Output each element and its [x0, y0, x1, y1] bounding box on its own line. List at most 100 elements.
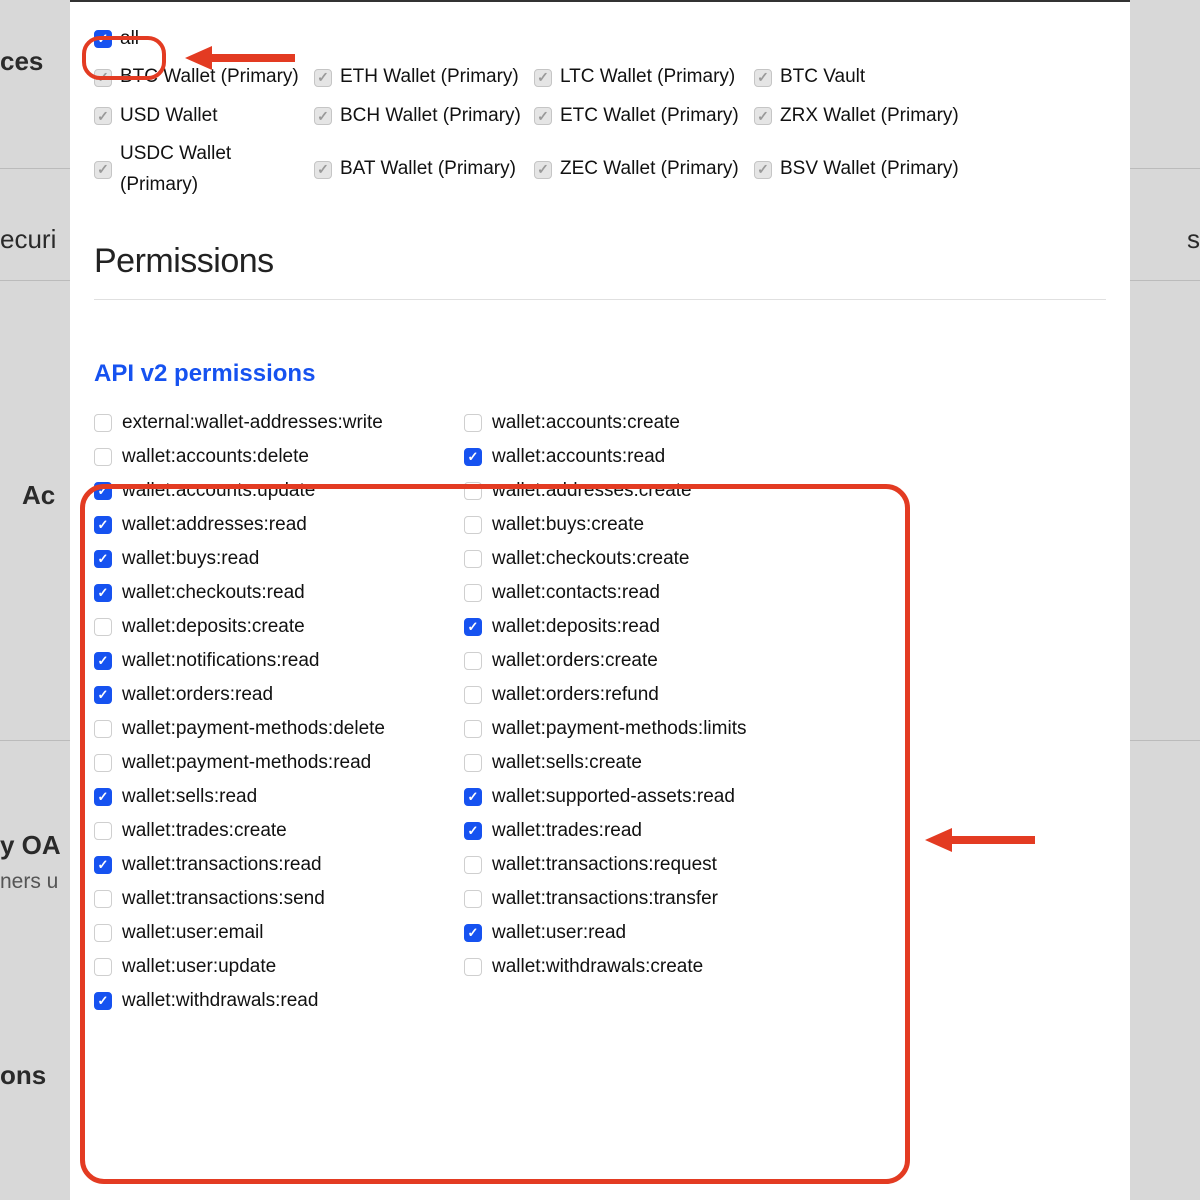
- checkbox-icon[interactable]: [94, 516, 112, 534]
- account-option[interactable]: BAT Wallet (Primary): [314, 137, 534, 202]
- account-option-all[interactable]: all: [94, 22, 139, 56]
- checkbox-icon[interactable]: [94, 448, 112, 466]
- permission-option[interactable]: wallet:transactions:read: [94, 850, 464, 880]
- account-option[interactable]: ZRX Wallet (Primary): [754, 99, 974, 133]
- permission-option[interactable]: wallet:notifications:read: [94, 646, 464, 676]
- checkbox-icon[interactable]: [464, 618, 482, 636]
- checkbox-icon[interactable]: [464, 482, 482, 500]
- checkbox-icon[interactable]: [94, 924, 112, 942]
- checkbox-icon[interactable]: [94, 69, 112, 87]
- permission-option[interactable]: wallet:accounts:read: [464, 442, 834, 472]
- checkbox-icon[interactable]: [94, 30, 112, 48]
- account-option[interactable]: BTC Wallet (Primary): [94, 60, 314, 94]
- permission-option[interactable]: wallet:deposits:read: [464, 612, 834, 642]
- permission-option[interactable]: wallet:addresses:create: [464, 476, 834, 506]
- checkbox-icon[interactable]: [464, 958, 482, 976]
- checkbox-icon[interactable]: [464, 822, 482, 840]
- checkbox-icon[interactable]: [464, 584, 482, 602]
- permission-option[interactable]: wallet:orders:create: [464, 646, 834, 676]
- permission-option[interactable]: wallet:deposits:create: [94, 612, 464, 642]
- permission-option[interactable]: wallet:contacts:read: [464, 578, 834, 608]
- checkbox-icon[interactable]: [94, 107, 112, 125]
- permission-option[interactable]: wallet:user:read: [464, 918, 834, 948]
- permission-option[interactable]: wallet:user:update: [94, 952, 464, 982]
- account-option[interactable]: ZEC Wallet (Primary): [534, 137, 754, 202]
- permission-option[interactable]: wallet:checkouts:read: [94, 578, 464, 608]
- checkbox-icon[interactable]: [94, 482, 112, 500]
- permission-option[interactable]: wallet:withdrawals:read: [94, 986, 464, 1016]
- permission-option[interactable]: wallet:payment-methods:delete: [94, 714, 464, 744]
- permission-option[interactable]: wallet:supported-assets:read: [464, 782, 834, 812]
- checkbox-icon[interactable]: [94, 822, 112, 840]
- checkbox-icon[interactable]: [94, 720, 112, 738]
- checkbox-icon[interactable]: [94, 584, 112, 602]
- checkbox-icon[interactable]: [464, 788, 482, 806]
- checkbox-icon[interactable]: [464, 414, 482, 432]
- checkbox-icon[interactable]: [94, 788, 112, 806]
- checkbox-icon[interactable]: [464, 720, 482, 738]
- checkbox-icon[interactable]: [534, 69, 552, 87]
- checkbox-icon[interactable]: [314, 107, 332, 125]
- permission-option[interactable]: wallet:buys:create: [464, 510, 834, 540]
- permission-option[interactable]: wallet:addresses:read: [94, 510, 464, 540]
- permission-option[interactable]: external:wallet-addresses:write: [94, 408, 464, 438]
- checkbox-icon[interactable]: [94, 550, 112, 568]
- permission-label: wallet:accounts:delete: [122, 446, 309, 468]
- checkbox-icon[interactable]: [464, 686, 482, 704]
- checkbox-icon[interactable]: [754, 161, 772, 179]
- permission-option[interactable]: wallet:orders:read: [94, 680, 464, 710]
- permission-option[interactable]: wallet:trades:create: [94, 816, 464, 846]
- account-option[interactable]: BSV Wallet (Primary): [754, 137, 974, 202]
- permission-option[interactable]: wallet:transactions:transfer: [464, 884, 834, 914]
- checkbox-icon[interactable]: [464, 890, 482, 908]
- account-option[interactable]: BCH Wallet (Primary): [314, 99, 534, 133]
- permission-option[interactable]: wallet:sells:read: [94, 782, 464, 812]
- checkbox-icon[interactable]: [94, 161, 112, 179]
- account-option[interactable]: LTC Wallet (Primary): [534, 60, 754, 94]
- checkbox-icon[interactable]: [94, 856, 112, 874]
- account-option[interactable]: USD Wallet: [94, 99, 314, 133]
- checkbox-icon[interactable]: [464, 652, 482, 670]
- checkbox-icon[interactable]: [94, 992, 112, 1010]
- checkbox-icon[interactable]: [534, 161, 552, 179]
- checkbox-icon[interactable]: [464, 516, 482, 534]
- permission-option[interactable]: wallet:buys:read: [94, 544, 464, 574]
- checkbox-icon[interactable]: [464, 448, 482, 466]
- checkbox-icon[interactable]: [94, 414, 112, 432]
- account-option[interactable]: BTC Vault: [754, 60, 974, 94]
- checkbox-icon[interactable]: [464, 924, 482, 942]
- permission-option[interactable]: wallet:accounts:update: [94, 476, 464, 506]
- checkbox-icon[interactable]: [464, 856, 482, 874]
- permission-option[interactable]: wallet:transactions:request: [464, 850, 834, 880]
- permission-option[interactable]: wallet:payment-methods:read: [94, 748, 464, 778]
- account-option[interactable]: ETC Wallet (Primary): [534, 99, 754, 133]
- checkbox-icon[interactable]: [94, 890, 112, 908]
- permission-option[interactable]: wallet:orders:refund: [464, 680, 834, 710]
- permission-label: wallet:payment-methods:read: [122, 752, 371, 774]
- checkbox-icon[interactable]: [464, 754, 482, 772]
- checkbox-icon[interactable]: [464, 550, 482, 568]
- checkbox-icon[interactable]: [94, 618, 112, 636]
- checkbox-icon[interactable]: [94, 958, 112, 976]
- permission-label: wallet:accounts:read: [492, 446, 665, 468]
- permission-option[interactable]: wallet:accounts:delete: [94, 442, 464, 472]
- permission-option[interactable]: wallet:accounts:create: [464, 408, 834, 438]
- checkbox-icon[interactable]: [754, 107, 772, 125]
- checkbox-icon[interactable]: [314, 161, 332, 179]
- checkbox-icon[interactable]: [754, 69, 772, 87]
- permission-option[interactable]: wallet:transactions:send: [94, 884, 464, 914]
- api-v2-heading: API v2 permissions: [94, 360, 1106, 388]
- checkbox-icon[interactable]: [94, 754, 112, 772]
- account-option[interactable]: ETH Wallet (Primary): [314, 60, 534, 94]
- checkbox-icon[interactable]: [534, 107, 552, 125]
- account-option[interactable]: USDC Wallet (Primary): [94, 137, 314, 202]
- permission-option[interactable]: wallet:sells:create: [464, 748, 834, 778]
- permission-option[interactable]: wallet:trades:read: [464, 816, 834, 846]
- permission-option[interactable]: wallet:withdrawals:create: [464, 952, 834, 982]
- permission-option[interactable]: wallet:payment-methods:limits: [464, 714, 834, 744]
- permission-option[interactable]: wallet:checkouts:create: [464, 544, 834, 574]
- checkbox-icon[interactable]: [94, 686, 112, 704]
- permission-option[interactable]: wallet:user:email: [94, 918, 464, 948]
- checkbox-icon[interactable]: [94, 652, 112, 670]
- checkbox-icon[interactable]: [314, 69, 332, 87]
